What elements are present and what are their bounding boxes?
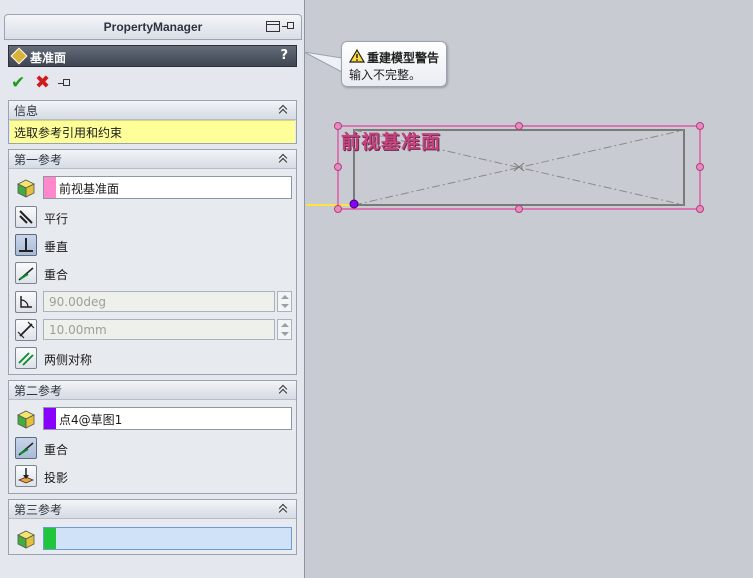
plane-label: 前视基准面: [341, 131, 442, 153]
warning-icon: [349, 49, 365, 63]
sketch-point[interactable]: [349, 199, 359, 209]
tooltip-title: 重建模型警告: [367, 51, 440, 65]
tooltip-pointer: [303, 51, 343, 73]
rebuild-warning-tooltip: 重建模型警告 输入不完整。: [341, 41, 447, 87]
tooltip-body: 输入不完整。: [349, 68, 422, 82]
